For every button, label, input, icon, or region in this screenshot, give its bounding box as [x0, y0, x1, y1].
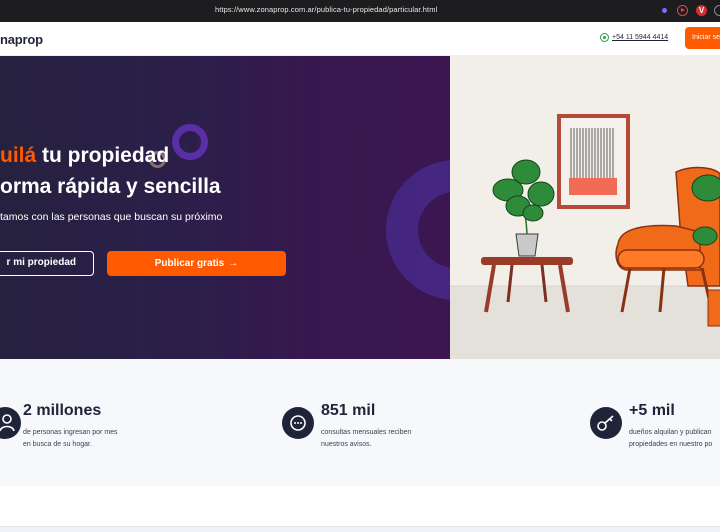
valuate-property-button[interactable]: r mi propiedad: [0, 251, 94, 276]
site-header: naprop +54 11 5944 4414 Iniciar se: [0, 22, 720, 56]
stat-desc-line: en busca de su hogar.: [23, 441, 92, 448]
publish-free-button[interactable]: Publicar gratis →: [107, 251, 286, 276]
page-bottom-strip: [0, 526, 720, 532]
zonaprop-logo[interactable]: naprop: [0, 32, 43, 47]
decorative-large-ring: [386, 160, 450, 300]
stat-desc-line: consultas mensuales reciben: [321, 429, 412, 436]
arrow-right-icon: →: [228, 258, 239, 269]
hero-title-line1: tu propiedad: [36, 144, 170, 167]
people-icon: [0, 407, 21, 439]
hero-title-accent: uilá: [0, 144, 37, 167]
stat-desc-line: propiedades en nuestro po: [629, 441, 713, 448]
stat-number: +5 mil: [629, 402, 675, 419]
hero-illustration: [450, 56, 720, 359]
extension-icon[interactable]: [659, 5, 670, 16]
hero-section: [0, 56, 450, 359]
hero-subtitle: tamos con las personas que buscan su pró…: [0, 211, 223, 223]
stat-description: consultas mensuales reciben nuestros avi…: [321, 427, 431, 451]
login-button[interactable]: Iniciar se: [685, 27, 720, 49]
browser-address-bar: https://www.zonaprop.com.ar/publica-tu-p…: [0, 0, 720, 22]
hero-title: uilá tu propiedad orma rápida y sencilla: [0, 140, 221, 202]
potted-plant: [492, 159, 555, 257]
hero-title-line2: orma rápida y sencilla: [0, 175, 221, 198]
address-url[interactable]: https://www.zonaprop.com.ar/publica-tu-p…: [215, 5, 437, 14]
wall-picture: [557, 114, 630, 209]
stat-description: de personas ingresan por mes en busca de…: [23, 427, 133, 451]
stat-desc-line: de personas ingresan por mes: [23, 429, 118, 436]
living-room-illustration: [450, 114, 720, 359]
stat-desc-line: dueños alquilan y publican: [629, 429, 712, 436]
key-icon: [590, 407, 622, 439]
chat-icon: [282, 407, 314, 439]
stat-number: 851 mil: [321, 402, 376, 419]
shield-extension-icon[interactable]: [714, 5, 720, 16]
stat-number: 2 millones: [23, 402, 102, 419]
play-extension-icon[interactable]: [677, 5, 688, 16]
vivaldi-extension-icon[interactable]: V: [696, 5, 707, 16]
whatsapp-icon: [600, 33, 609, 42]
publish-button-label: Publicar gratis: [154, 258, 225, 269]
phone-number: +54 11 5944 4414: [612, 34, 669, 41]
stat-description: dueños alquilan y publican propiedades e…: [629, 427, 720, 451]
stat-desc-line: nuestros avisos.: [321, 441, 372, 448]
whatsapp-phone-link[interactable]: +54 11 5944 4414: [600, 33, 668, 42]
